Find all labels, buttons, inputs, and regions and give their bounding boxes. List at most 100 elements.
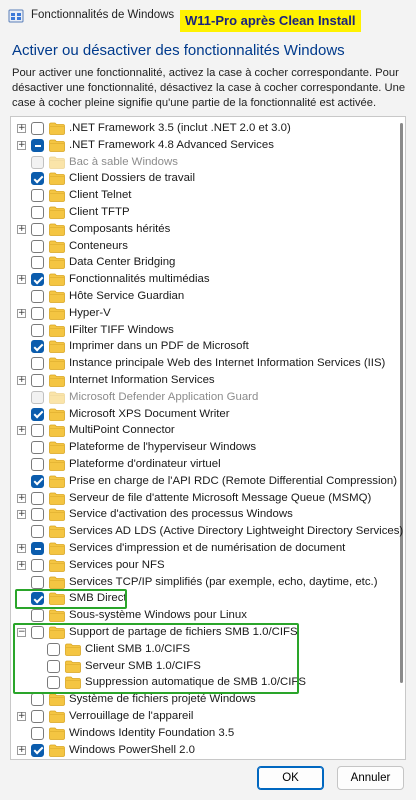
feature-checkbox[interactable] xyxy=(31,609,44,623)
feature-label: Client TFTP xyxy=(69,206,130,218)
feature-checkbox[interactable] xyxy=(31,122,44,135)
feature-checkbox[interactable] xyxy=(31,273,44,287)
feature-label: Composants hérités xyxy=(69,222,171,235)
folder-icon xyxy=(49,458,65,471)
feature-checkbox[interactable] xyxy=(31,306,44,320)
feature-row[interactable]: Client Dossiers de travail xyxy=(11,171,401,188)
feature-row[interactable]: + .NET Framework 4.8 Advanced Services xyxy=(11,138,401,155)
expand-icon[interactable]: + xyxy=(17,308,26,318)
feature-checkbox[interactable] xyxy=(31,558,44,572)
feature-checkbox[interactable] xyxy=(31,441,44,455)
feature-row[interactable]: Bac à sable Windows xyxy=(11,155,401,172)
feature-label: .NET Framework 4.8 Advanced Services xyxy=(69,138,274,151)
folder-icon xyxy=(49,542,65,555)
expand-icon[interactable]: + xyxy=(17,275,26,285)
highlight-smb1-group xyxy=(13,623,299,695)
folder-icon xyxy=(49,475,65,488)
feature-row[interactable]: + Serveur de file d'attente Microsoft Mes… xyxy=(11,491,401,508)
expand-icon[interactable]: + xyxy=(17,224,26,234)
feature-row[interactable]: Client Telnet xyxy=(11,188,401,205)
feature-checkbox[interactable] xyxy=(31,340,44,354)
feature-label: Internet Information Services xyxy=(69,374,215,386)
feature-row[interactable]: Client TFTP xyxy=(11,205,401,222)
folder-icon xyxy=(49,408,65,421)
feature-row[interactable]: + MultiPoint Connector xyxy=(11,423,401,440)
feature-row[interactable]: Prise en charge de l'API RDC (Remote Dif… xyxy=(11,474,401,491)
feature-checkbox[interactable] xyxy=(31,290,44,303)
feature-checkbox[interactable] xyxy=(31,710,44,723)
feature-checkbox xyxy=(31,155,44,169)
expand-icon[interactable]: + xyxy=(17,376,26,385)
expand-icon[interactable]: + xyxy=(17,560,26,570)
feature-row[interactable]: Microsoft XPS Document Writer xyxy=(11,407,401,424)
feature-row[interactable]: Microsoft Defender Application Guard xyxy=(11,390,401,407)
feature-row[interactable]: + Internet Information Services xyxy=(11,373,401,390)
feature-label: Services d'impression et de numérisation… xyxy=(69,542,346,554)
feature-checkbox[interactable] xyxy=(31,743,44,757)
feature-checkbox[interactable] xyxy=(31,693,44,707)
features-tree[interactable]: + .NET Framework 3.5 (inclut .NET 2.0 et … xyxy=(10,116,406,760)
feature-checkbox[interactable] xyxy=(31,323,44,337)
expand-icon[interactable]: + xyxy=(17,544,26,553)
feature-row[interactable]: Système de fichiers projeté Windows xyxy=(11,692,401,709)
feature-checkbox[interactable] xyxy=(31,726,44,740)
feature-row[interactable]: Services AD LDS (Active Directory Lightw… xyxy=(11,524,404,541)
feature-row[interactable]: Instance principale Web des Internet Inf… xyxy=(11,356,401,373)
window-title: Fonctionnalités de Windows xyxy=(31,9,175,21)
feature-row[interactable]: + Services pour NFS xyxy=(11,558,401,575)
feature-checkbox[interactable] xyxy=(31,206,44,219)
expand-icon[interactable]: + xyxy=(17,426,26,436)
feature-label: Services AD LDS (Active Directory Lightw… xyxy=(69,525,404,538)
feature-checkbox[interactable] xyxy=(31,508,44,522)
feature-row[interactable]: + Verrouillage de l'appareil xyxy=(11,709,401,726)
feature-row[interactable]: Plateforme d'ordinateur virtuel xyxy=(11,457,401,474)
feature-row[interactable]: + Hyper-V xyxy=(11,306,401,323)
folder-icon xyxy=(49,156,65,169)
feature-label: Hôte Service Guardian xyxy=(69,290,185,302)
folder-icon xyxy=(49,525,65,539)
feature-row[interactable]: + Fonctionnalités multimédias xyxy=(11,272,401,289)
feature-checkbox[interactable] xyxy=(31,407,44,421)
expand-icon[interactable]: + xyxy=(17,140,26,150)
feature-row[interactable]: Imprimer dans un PDF de Microsoft xyxy=(11,339,401,356)
expand-icon[interactable]: + xyxy=(17,510,26,520)
feature-checkbox[interactable] xyxy=(31,542,44,555)
feature-row[interactable]: Data Center Bridging xyxy=(11,255,401,272)
feature-row[interactable]: Hôte Service Guardian xyxy=(11,289,401,306)
feature-checkbox[interactable] xyxy=(31,458,44,471)
highlight-smb-direct xyxy=(15,589,127,610)
feature-row[interactable]: Conteneurs xyxy=(11,239,401,256)
cancel-button[interactable]: Annuler xyxy=(337,766,404,790)
feature-row[interactable]: Windows Identity Foundation 3.5 xyxy=(11,726,401,743)
feature-label: Imprimer dans un PDF de Microsoft xyxy=(69,340,249,353)
feature-checkbox[interactable] xyxy=(31,474,44,488)
feature-checkbox[interactable] xyxy=(31,357,44,371)
feature-row[interactable]: + Service d'activation des processus Wind… xyxy=(11,507,401,524)
feature-checkbox[interactable] xyxy=(31,575,44,589)
expand-icon[interactable]: + xyxy=(17,124,26,133)
feature-row[interactable]: + Windows PowerShell 2.0 xyxy=(11,743,401,759)
folder-icon xyxy=(49,727,65,740)
feature-checkbox[interactable] xyxy=(31,491,44,505)
expand-icon[interactable]: + xyxy=(17,712,26,721)
feature-checkbox[interactable] xyxy=(31,138,44,152)
feature-checkbox[interactable] xyxy=(31,189,44,203)
expand-icon[interactable]: + xyxy=(17,745,26,755)
feature-row[interactable]: Plateforme de l'hyperviseur Windows xyxy=(11,440,401,457)
feature-checkbox[interactable] xyxy=(31,424,44,438)
feature-checkbox[interactable] xyxy=(31,222,44,236)
feature-checkbox[interactable] xyxy=(31,525,44,539)
feature-row[interactable]: IFilter TIFF Windows xyxy=(11,323,401,340)
feature-checkbox[interactable] xyxy=(31,256,44,270)
feature-row[interactable]: + .NET Framework 3.5 (inclut .NET 2.0 et … xyxy=(11,121,401,138)
annotation-label: W11-Pro après Clean Install xyxy=(180,10,361,32)
feature-checkbox[interactable] xyxy=(31,374,44,387)
feature-row[interactable]: + Composants hérités xyxy=(11,222,401,239)
feature-checkbox[interactable] xyxy=(31,172,44,186)
ok-button[interactable]: OK xyxy=(257,766,324,790)
feature-row[interactable]: + Services d'impression et de numérisatio… xyxy=(11,541,401,558)
feature-label: IFilter TIFF Windows xyxy=(69,323,174,336)
feature-label: Bac à sable Windows xyxy=(69,155,178,168)
expand-icon[interactable]: + xyxy=(17,493,26,503)
feature-checkbox[interactable] xyxy=(31,239,44,253)
